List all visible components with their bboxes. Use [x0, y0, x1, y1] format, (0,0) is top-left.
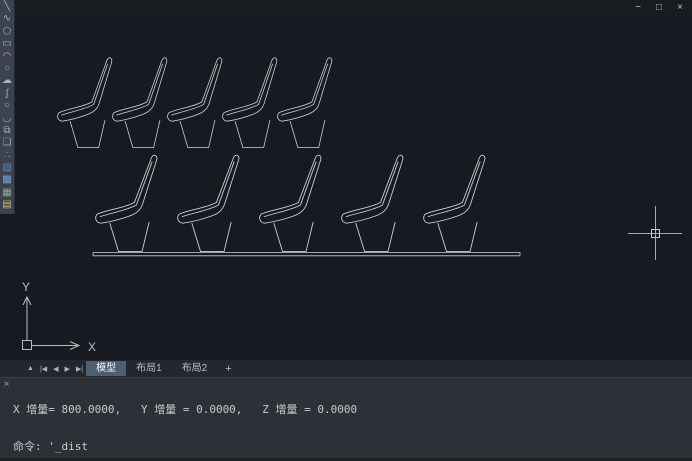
polyline-icon[interactable]: ∿	[1, 13, 14, 25]
drawing-canvas[interactable]: Y X	[0, 0, 692, 360]
close-icon[interactable]: ×	[2, 379, 11, 390]
mtext-icon[interactable]: ▤	[1, 199, 14, 211]
cad-application-window: Y X − □ × ╲∿⬠▭◠○☁∫○◡⧉❏∴▨▩▦▤ ▲ |◀ ◀ ▶ ▶| …	[0, 0, 692, 461]
command-line: 命令: '_dist	[13, 441, 690, 453]
ucs-x-label: X	[88, 340, 96, 354]
chair-block[interactable]	[96, 155, 157, 251]
line-icon[interactable]: ╲	[1, 1, 14, 13]
ucs-icon: Y X	[22, 280, 96, 354]
draw-toolbar: ╲∿⬠▭◠○☁∫○◡⧉❏∴▨▩▦▤	[0, 0, 15, 214]
minimize-button[interactable]: −	[632, 1, 644, 15]
prev-tab-button[interactable]: ◀	[50, 365, 61, 373]
chair-block[interactable]	[278, 58, 332, 148]
floor-baseline[interactable]	[93, 253, 520, 256]
arc-icon[interactable]: ◠	[1, 51, 14, 63]
gradient-icon[interactable]: ▩	[1, 174, 14, 186]
next-tab-button[interactable]: ▶	[62, 365, 73, 373]
command-line: X 增量= 800.0000, Y 增量 = 0.0000, Z 增量 = 0.…	[13, 404, 690, 416]
chair-block[interactable]	[113, 58, 167, 148]
restore-button[interactable]: □	[653, 1, 665, 15]
ellipse-icon[interactable]: ○	[1, 100, 14, 112]
layout-tabbar: ▲ |◀ ◀ ▶ ▶| 模型 布局1 布局2 +	[0, 360, 692, 377]
chair-blocks[interactable]	[58, 58, 485, 252]
chair-block[interactable]	[58, 58, 112, 148]
last-tab-button[interactable]: ▶|	[73, 365, 86, 373]
polygon-icon[interactable]: ⬠	[1, 26, 14, 38]
first-tab-button[interactable]: |◀	[37, 365, 50, 373]
rectangle-icon[interactable]: ▭	[1, 38, 14, 50]
ucs-y-label: Y	[22, 280, 30, 294]
point-icon[interactable]: ∴	[1, 150, 14, 162]
chair-block[interactable]	[223, 58, 277, 148]
tab-model[interactable]: 模型	[86, 361, 126, 376]
add-layout-button[interactable]: +	[217, 363, 239, 375]
circle-icon[interactable]: ○	[1, 63, 14, 75]
insert-block-icon[interactable]: ⧉	[1, 125, 14, 137]
chair-block[interactable]	[424, 155, 485, 251]
close-button[interactable]: ×	[674, 1, 686, 15]
chair-block[interactable]	[342, 155, 403, 251]
command-history: X 增量= 800.0000, Y 增量 = 0.0000, Z 增量 = 0.…	[13, 379, 690, 461]
hatch-icon[interactable]: ▨	[1, 162, 14, 174]
elliptical-arc-icon[interactable]: ◡	[1, 113, 14, 125]
chair-block[interactable]	[168, 58, 222, 148]
chair-block[interactable]	[260, 155, 321, 251]
table-icon[interactable]: ▦	[1, 187, 14, 199]
titlebar: − □ ×	[0, 0, 692, 17]
tab-layout2[interactable]: 布局2	[172, 361, 218, 376]
make-block-icon[interactable]: ❏	[1, 137, 14, 149]
chair-block[interactable]	[178, 155, 239, 251]
command-panel-collapse-button[interactable]: ▲	[24, 365, 37, 372]
tab-layout1[interactable]: 布局1	[126, 361, 172, 376]
revision-cloud-icon[interactable]: ☁	[1, 75, 14, 87]
crosshair-cursor	[628, 206, 682, 260]
spline-icon[interactable]: ∫	[1, 88, 14, 100]
command-line-panel[interactable]: × X 增量= 800.0000, Y 增量 = 0.0000, Z 增量 = …	[0, 377, 692, 461]
